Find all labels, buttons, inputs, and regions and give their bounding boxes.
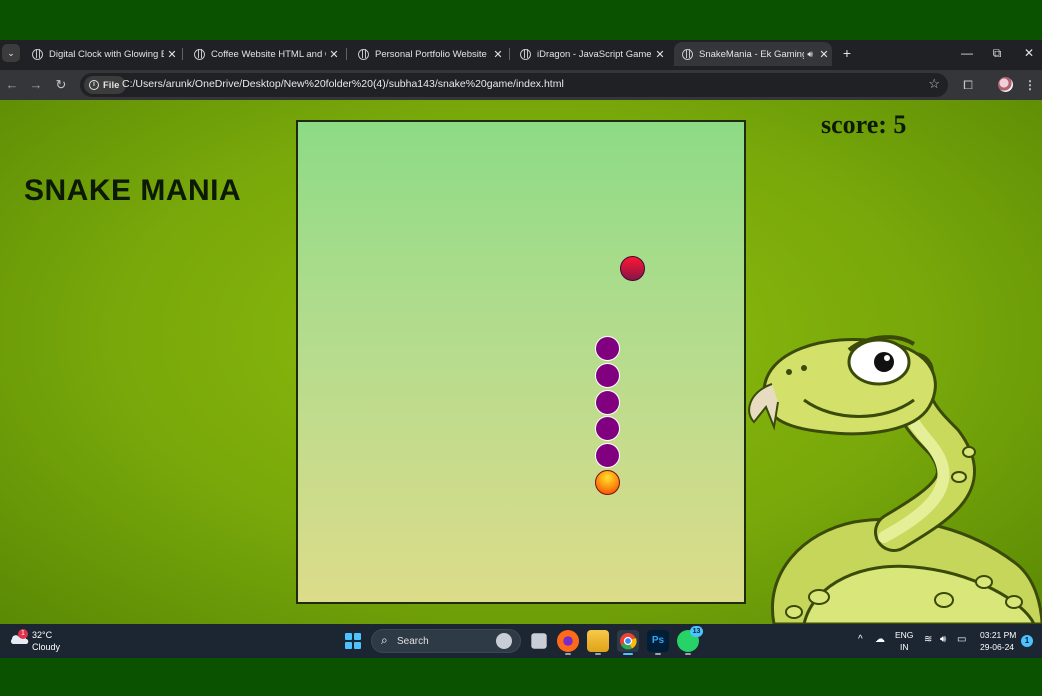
tab-close-icon[interactable]: ✕	[816, 48, 832, 61]
tab-idragon[interactable]: iDragon - JavaScript Game ✕	[512, 42, 668, 66]
weather-badge: 1	[18, 629, 28, 639]
globe-icon	[520, 48, 531, 60]
taskbar-search[interactable]: ⌕ Search	[371, 629, 521, 653]
kebab-menu-icon[interactable]: ⋮	[1022, 77, 1038, 93]
chrome-icon[interactable]	[617, 630, 639, 655]
info-icon: i	[89, 80, 99, 90]
input-region[interactable]: IN	[900, 642, 909, 652]
tab-title: SnakeMania - Ek Gaming K	[699, 48, 805, 60]
restore-button[interactable]: ⧉	[987, 44, 1007, 62]
input-language[interactable]: ENG	[895, 630, 913, 640]
tab-title: Digital Clock with Glowing Effe	[49, 48, 164, 60]
notification-badge[interactable]: 1	[1021, 635, 1033, 647]
firefox-icon[interactable]	[557, 630, 579, 655]
game-title: SNAKE MANIA	[24, 174, 242, 207]
tab-separator	[346, 48, 347, 60]
forward-arrow-icon[interactable]: →	[27, 76, 45, 94]
cloud-off-icon[interactable]: ☁	[875, 634, 885, 645]
tab-title: Personal Portfolio Website	[375, 48, 487, 60]
tab-title: Coffee Website HTML and CSS	[211, 48, 326, 60]
clock-date[interactable]: 29-06-24	[980, 642, 1014, 652]
browser-toolbar: ← → ↻ i File C:/Users/arunk/OneDrive/Des…	[0, 70, 1042, 100]
tab-separator	[182, 48, 183, 60]
snake-head	[595, 469, 621, 495]
tab-search-menu-button[interactable]: ⌄	[2, 44, 20, 62]
tab-close-icon[interactable]: ✕	[326, 48, 342, 61]
close-window-button[interactable]: ✕	[1019, 44, 1039, 62]
whatsapp-badge: 13	[690, 626, 703, 637]
address-bar[interactable]: i File C:/Users/arunk/OneDrive/Desktop/N…	[80, 73, 948, 97]
browser-window-chrome: ⌄ Digital Clock with Glowing Effe ✕ Coff…	[0, 40, 1042, 100]
tab-close-icon[interactable]: ✕	[164, 48, 180, 61]
photoshop-icon[interactable]: Ps	[647, 630, 669, 655]
score-display: score: 5	[821, 110, 907, 139]
bookmark-star-icon[interactable]: ☆	[928, 76, 940, 92]
snake-body-segment	[595, 362, 621, 388]
battery-icon[interactable]: ▭	[957, 634, 966, 645]
wifi-icon[interactable]: ≋	[924, 634, 932, 645]
tab-close-icon[interactable]: ✕	[490, 48, 506, 61]
tab-strip: ⌄ Digital Clock with Glowing Effe ✕ Coff…	[0, 40, 1042, 66]
speaker-icon[interactable]: 🔊︎	[807, 49, 813, 60]
search-highlight-icon	[496, 633, 512, 649]
clock-time[interactable]: 03:21 PM	[980, 630, 1016, 640]
volume-icon[interactable]: 🔊︎	[940, 634, 946, 645]
page-viewport: SNAKE MANIA score: 5	[0, 100, 1042, 624]
url-text[interactable]: C:/Users/arunk/OneDrive/Desktop/New%20fo…	[122, 78, 564, 90]
tab-close-icon[interactable]: ✕	[652, 48, 668, 61]
search-label: Search	[397, 636, 429, 647]
profile-avatar[interactable]	[998, 77, 1013, 92]
search-icon: ⌕	[381, 633, 388, 647]
tab-title: iDragon - JavaScript Game	[537, 48, 652, 60]
snake-body-segment	[595, 442, 621, 468]
game-board[interactable]	[296, 120, 746, 604]
reload-icon[interactable]: ↻	[52, 76, 70, 94]
snake-body-segment	[595, 389, 621, 415]
taskbar: 1 32°C Cloudy ⌕ Search Ps 13 ^ ☁ ENG IN …	[0, 624, 1042, 658]
windows-start-icon[interactable]	[345, 633, 361, 649]
extensions-puzzle-icon[interactable]: ⧠	[960, 77, 976, 93]
new-tab-button[interactable]: +	[838, 44, 856, 62]
whatsapp-icon[interactable]: 13	[677, 626, 703, 655]
tab-snakemania[interactable]: SnakeMania - Ek Gaming K 🔊︎ ✕	[674, 42, 832, 66]
globe-icon	[32, 48, 43, 60]
globe-icon	[358, 48, 369, 60]
file-explorer-icon[interactable]	[587, 630, 609, 655]
cartoon-snake-illustration	[748, 335, 1042, 624]
food-pellet	[620, 256, 645, 282]
weather-temp[interactable]: 32°C	[32, 630, 52, 640]
tab-portfolio[interactable]: Personal Portfolio Website ✕	[350, 42, 506, 66]
globe-icon	[194, 48, 205, 60]
task-view-icon[interactable]	[531, 633, 547, 649]
scheme-label: File	[103, 79, 120, 91]
site-info-chip[interactable]: i File	[84, 76, 127, 94]
snake-body-segment	[595, 416, 621, 442]
globe-icon	[682, 48, 693, 60]
tab-coffee-website[interactable]: Coffee Website HTML and CSS ✕	[186, 42, 342, 66]
tab-digital-clock[interactable]: Digital Clock with Glowing Effe ✕	[24, 42, 180, 66]
chevron-up-icon[interactable]: ^	[858, 634, 863, 645]
minimize-button[interactable]: —	[957, 44, 977, 62]
weather-condition[interactable]: Cloudy	[32, 642, 60, 652]
tab-separator	[509, 48, 510, 60]
back-arrow-icon[interactable]: ←	[3, 76, 21, 94]
snake-body-segment	[595, 336, 621, 362]
